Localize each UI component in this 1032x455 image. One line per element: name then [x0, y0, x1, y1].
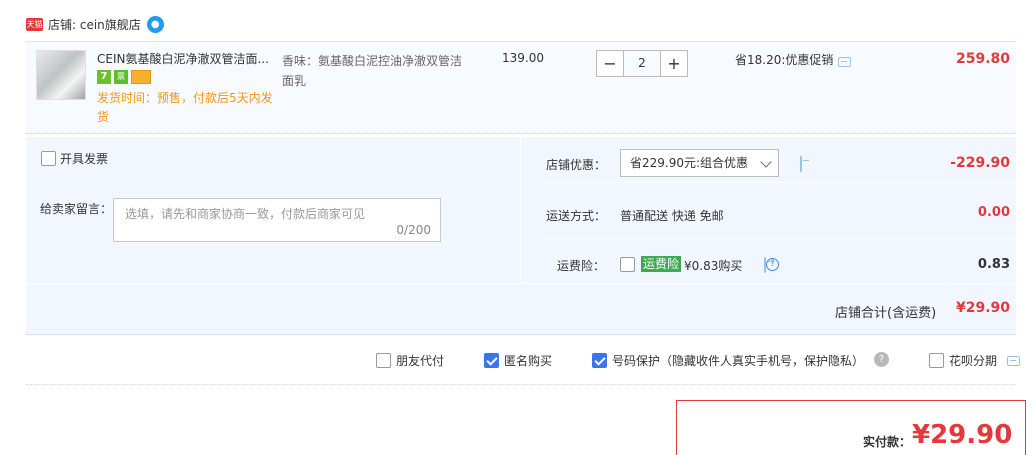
product-thumbnail[interactable]	[36, 50, 86, 100]
memo-label: 给卖家留言：	[40, 202, 113, 216]
promo-savings-text: 省18.20:优惠促销	[735, 53, 834, 67]
unit-price: 139.00	[502, 51, 544, 65]
anonymous-option[interactable]: 匿名购买	[484, 352, 552, 369]
insurance-value: 0.83	[977, 257, 1010, 272]
panel-divider	[520, 137, 521, 284]
sku-text: 香味：氨基酸白泥控油净澈双管洁面乳	[282, 54, 463, 88]
memo-char-count: 0/200	[396, 223, 431, 237]
promo-savings: 省18.20:优惠促销	[735, 51, 852, 68]
wangwang-chat-icon[interactable]: ●	[146, 15, 164, 33]
invoice-option[interactable]: 开具发票	[41, 150, 108, 167]
insurance-label: 运费险：	[557, 259, 606, 273]
ship-time-text: 发货时间：预售，付款后5天内发货	[97, 91, 273, 124]
friend-pay-option[interactable]: 朋友代付	[376, 352, 444, 369]
friend-pay-label: 朋友代付	[396, 354, 445, 368]
seven-day-return-icon[interactable]: 7	[97, 70, 111, 84]
shop-name-link[interactable]: 店铺: cein旗舰店	[48, 16, 141, 33]
memo-placeholder: 选填，请先和商家协商一致，付款后商家可见	[125, 207, 366, 221]
huabei-checkbox[interactable]	[929, 353, 944, 368]
credit-card-icon[interactable]	[131, 70, 151, 84]
shipping-label: 运送方式：	[546, 209, 607, 223]
shipping-cost: 0.00	[977, 205, 1010, 220]
row-divider	[26, 283, 1016, 284]
product-name-link[interactable]: CEIN氨基酸白泥净澈双管洁面...	[97, 50, 277, 67]
shop-discount-select[interactable]: 省229.90元:组合优惠	[620, 149, 779, 177]
seller-memo-input[interactable]: 选填，请先和商家协商一致，付款后商家可见 0/200	[113, 198, 441, 242]
shop-header: 天猫 店铺: cein旗舰店 ●	[26, 12, 164, 36]
invoice-badge-icon[interactable]: 票	[114, 70, 128, 84]
shop-subtotal-value: ¥29.90	[956, 300, 1011, 316]
row-divider	[546, 182, 1016, 183]
huabei-option[interactable]: 花呗分期	[929, 352, 1021, 369]
quantity-stepper: − 2 +	[596, 50, 688, 77]
order-item-row: CEIN氨基酸白泥净澈双管洁面... 7 票 发货时间：预售，付款后5天内发货 …	[26, 41, 1016, 134]
invoice-label: 开具发票	[60, 152, 109, 166]
row-divider	[546, 238, 1016, 239]
comment-icon[interactable]	[800, 156, 802, 172]
huabei-label: 花呗分期	[949, 354, 998, 368]
service-badges: 7 票	[97, 70, 151, 84]
invoice-checkbox[interactable]	[41, 151, 56, 166]
number-protect-option[interactable]: 号码保护（隐藏收件人真实手机号，保护隐私）	[592, 352, 864, 369]
shop-discount-value: -229.90	[950, 155, 1010, 171]
tmall-badge-icon: 天猫	[26, 17, 43, 31]
insurance-price-text: ¥0.83购买	[684, 259, 743, 273]
qty-input[interactable]: 2	[624, 50, 660, 77]
help-icon[interactable]: ?	[766, 258, 779, 271]
shop-discount-label: 店铺优惠：	[546, 158, 607, 172]
friend-pay-checkbox[interactable]	[376, 353, 391, 368]
anonymous-checkbox[interactable]	[484, 353, 499, 368]
payment-amount: ¥29.90	[912, 420, 1013, 450]
comment-icon[interactable]	[1007, 355, 1021, 366]
item-total: 259.80	[955, 51, 1010, 67]
shipping-method: 普通配送 快递 免邮	[620, 209, 724, 223]
number-protect-label: 号码保护（隐藏收件人真实手机号，保护隐私）	[612, 354, 865, 368]
shop-discount-selected: 省229.90元:组合优惠	[630, 156, 749, 170]
number-protect-checkbox[interactable]	[592, 353, 607, 368]
insurance-tag: 运费险	[641, 256, 682, 272]
section-divider	[26, 384, 1016, 385]
qty-decrease-button[interactable]: −	[596, 50, 624, 77]
help-icon[interactable]: ?	[874, 352, 889, 367]
comment-icon[interactable]	[838, 56, 852, 67]
anonymous-label: 匿名购买	[504, 354, 553, 368]
shop-subtotal-label: 店铺合计(含运费)	[835, 306, 937, 321]
qty-increase-button[interactable]: +	[660, 50, 688, 77]
payment-label: 实付款：	[863, 435, 912, 449]
chevron-down-icon	[760, 156, 772, 168]
insurance-checkbox[interactable]	[620, 257, 635, 272]
